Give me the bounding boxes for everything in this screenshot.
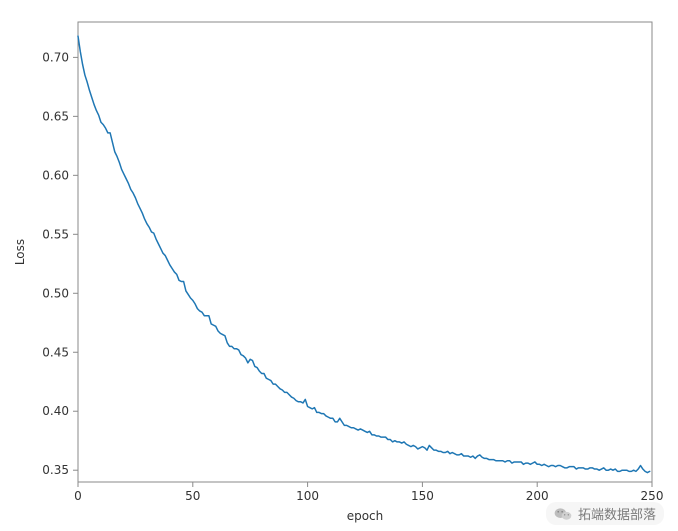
x-tick-label: 0 xyxy=(74,489,82,503)
x-axis: 0 50 100 150 200 250 xyxy=(74,482,663,503)
y-tick-label: 0.55 xyxy=(42,227,69,241)
loss-line xyxy=(78,36,650,472)
chart-svg: 0.35 0.40 0.45 0.50 0.55 0.60 0.65 0.70 0 50 100 1… xyxy=(0,0,678,531)
x-tick-label: 50 xyxy=(185,489,200,503)
x-axis-label: epoch xyxy=(347,509,384,523)
x-tick-label: 100 xyxy=(296,489,319,503)
y-tick-label: 0.40 xyxy=(42,404,69,418)
y-tick-label: 0.70 xyxy=(42,50,69,64)
y-tick-label: 0.50 xyxy=(42,286,69,300)
y-tick-label: 0.35 xyxy=(42,463,69,477)
x-tick-label: 200 xyxy=(526,489,549,503)
y-axis: 0.35 0.40 0.45 0.50 0.55 0.60 0.65 0.70 xyxy=(42,50,78,477)
plot-border xyxy=(78,22,652,482)
y-tick-label: 0.45 xyxy=(42,345,69,359)
y-tick-label: 0.65 xyxy=(42,109,69,123)
x-tick-label: 250 xyxy=(641,489,664,503)
x-tick-label: 150 xyxy=(411,489,434,503)
y-tick-label: 0.60 xyxy=(42,168,69,182)
y-axis-label: Loss xyxy=(13,239,27,265)
loss-chart: 0.35 0.40 0.45 0.50 0.55 0.60 0.65 0.70 0 50 100 1… xyxy=(0,0,678,531)
